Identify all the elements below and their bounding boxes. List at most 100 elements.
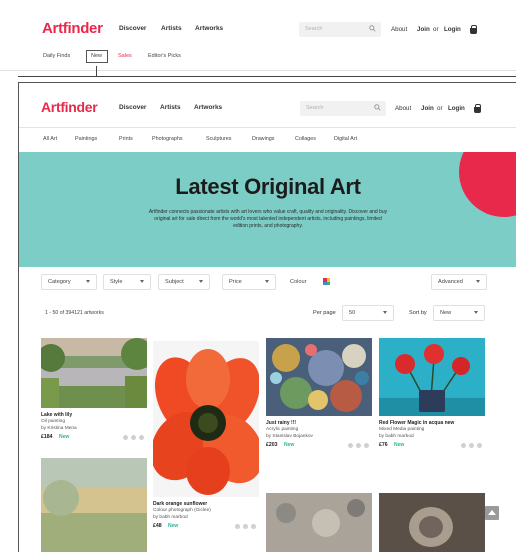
site-logo[interactable]: Artfinder — [41, 99, 98, 115]
heart-icon[interactable] — [348, 443, 353, 448]
subnav-new[interactable]: New — [91, 53, 102, 59]
sort-by-value: New — [440, 310, 452, 316]
outer-login-link[interactable]: Login — [444, 26, 461, 33]
cart-icon[interactable] — [470, 25, 477, 34]
category-prints[interactable]: Prints — [119, 136, 133, 142]
category-digital-art[interactable]: Digital Art — [334, 136, 357, 142]
or-text: or — [437, 105, 443, 112]
category-sculptures[interactable]: Sculptures — [206, 136, 231, 142]
outer-join-link[interactable]: Join — [417, 26, 430, 33]
basket-icon[interactable] — [477, 443, 482, 448]
artwork-card[interactable] — [379, 493, 485, 552]
new-badge: New — [394, 442, 405, 448]
subject-filter[interactable]: Subject — [158, 274, 210, 290]
category-photographs[interactable]: Photographs — [152, 136, 183, 142]
outer-about-link[interactable]: About — [391, 26, 407, 33]
price-filter-label: Price — [229, 279, 242, 285]
nav-artists[interactable]: Artists — [160, 104, 181, 111]
about-link[interactable]: About — [395, 105, 411, 112]
artwork-card[interactable]: Dark orange sunflower Colour photograph … — [153, 341, 259, 541]
artwork-image[interactable] — [379, 338, 485, 416]
artwork-image-texture — [266, 493, 372, 552]
artwork-type: Colour photograph (Giclee) — [153, 508, 211, 513]
share-icon[interactable] — [131, 435, 136, 440]
artwork-card[interactable]: Lake with lily Oil painting by Kristina … — [41, 338, 147, 448]
category-paintings[interactable]: Paintings — [75, 136, 97, 142]
style-filter[interactable]: Style — [103, 274, 151, 290]
artwork-card[interactable]: Red Flower Magic in acqua new Mixed Medi… — [379, 338, 485, 453]
category-all-art[interactable]: All Art — [43, 136, 57, 142]
category-drawings[interactable]: Drawings — [252, 136, 274, 142]
artwork-card[interactable] — [266, 493, 372, 552]
category-filter[interactable]: Category — [41, 274, 97, 290]
category-collages[interactable]: Collages — [295, 136, 316, 142]
new-badge: New — [284, 442, 295, 448]
outer-search-input[interactable]: Search — [299, 22, 381, 37]
basket-icon[interactable] — [251, 524, 256, 529]
search-placeholder: Search — [306, 105, 324, 111]
artwork-title[interactable]: Red Flower Magic in acqua new — [379, 420, 454, 426]
outer-nav-discover[interactable]: Discover — [119, 25, 146, 32]
artwork-image[interactable] — [266, 338, 372, 416]
artwork-card[interactable] — [41, 458, 147, 552]
outer-or-text: or — [433, 26, 439, 33]
chevron-down-icon — [383, 311, 387, 314]
subnav-daily-finds[interactable]: Daily Finds — [43, 53, 70, 59]
artwork-artist[interactable]: by Stanislav Bojankov — [266, 434, 313, 439]
subnav-sales[interactable]: Sales — [118, 53, 132, 59]
artwork-artist[interactable]: by babh marbod — [379, 434, 414, 439]
share-icon[interactable] — [356, 443, 361, 448]
basket-icon[interactable] — [139, 435, 144, 440]
login-link[interactable]: Login — [448, 105, 465, 112]
search-input[interactable]: Search — [300, 101, 386, 116]
artwork-type: Mixed Media painting — [379, 427, 425, 432]
nav-artworks[interactable]: Artworks — [194, 104, 222, 111]
scroll-to-top-button[interactable] — [485, 506, 499, 520]
outer-nav-artists[interactable]: Artists — [161, 25, 182, 32]
heart-icon[interactable] — [461, 443, 466, 448]
sort-by-label: Sort by — [409, 310, 427, 316]
colour-filter-label[interactable]: Colour — [290, 279, 306, 285]
outer-logo[interactable]: Artfinder — [42, 20, 103, 37]
artwork-title[interactable]: Lake with lily — [41, 412, 72, 418]
new-badge: New — [59, 434, 70, 440]
subnav-editors-picks[interactable]: Editor's Picks — [148, 53, 181, 59]
basket-icon[interactable] — [364, 443, 369, 448]
colour-palette-icon[interactable] — [323, 278, 330, 285]
share-icon[interactable] — [243, 524, 248, 529]
hero-title: Latest Original Art — [175, 174, 361, 199]
share-icon[interactable] — [469, 443, 474, 448]
artwork-image[interactable] — [266, 493, 372, 552]
join-link[interactable]: Join — [421, 105, 434, 112]
outer-site-header: Artfinder Discover Artists Artworks Sear… — [0, 0, 516, 48]
per-page-select[interactable]: 50 — [342, 305, 394, 321]
artwork-title[interactable]: Just rainy !!! — [266, 420, 296, 426]
artwork-card[interactable]: Just rainy !!! Acrylic painting by Stani… — [266, 338, 372, 453]
heart-icon[interactable] — [123, 435, 128, 440]
artwork-image[interactable] — [153, 341, 259, 497]
nav-discover[interactable]: Discover — [119, 104, 146, 111]
artwork-image-sunflower — [153, 341, 259, 497]
artwork-image[interactable] — [379, 493, 485, 552]
outer-subnav: Daily Finds New Sales Editor's Picks — [0, 50, 516, 66]
artwork-title[interactable]: Dark orange sunflower — [153, 501, 207, 507]
new-badge: New — [168, 523, 179, 529]
artwork-image[interactable] — [41, 458, 147, 552]
outer-nav-artworks[interactable]: Artworks — [195, 25, 223, 32]
artwork-price: £48 — [153, 523, 162, 529]
sort-by-select[interactable]: New — [433, 305, 485, 321]
heart-icon[interactable] — [235, 524, 240, 529]
advanced-filter[interactable]: Advanced — [431, 274, 487, 290]
artwork-artist[interactable]: by Kristina Mena — [41, 426, 77, 431]
artwork-image[interactable] — [41, 338, 147, 408]
chevron-down-icon — [476, 280, 480, 283]
artwork-type: Oil painting — [41, 419, 65, 424]
zoom-connector-line-horizontal — [18, 76, 516, 77]
price-filter[interactable]: Price — [222, 274, 276, 290]
search-icon — [369, 25, 376, 32]
cart-icon[interactable] — [474, 104, 481, 113]
per-page-label: Per page — [313, 310, 336, 316]
artwork-artist[interactable]: by babh marbod — [153, 515, 188, 520]
zoomed-page-frame: Artfinder Discover Artists Artworks Sear… — [18, 82, 516, 552]
artwork-image-red-flowers — [379, 338, 485, 416]
